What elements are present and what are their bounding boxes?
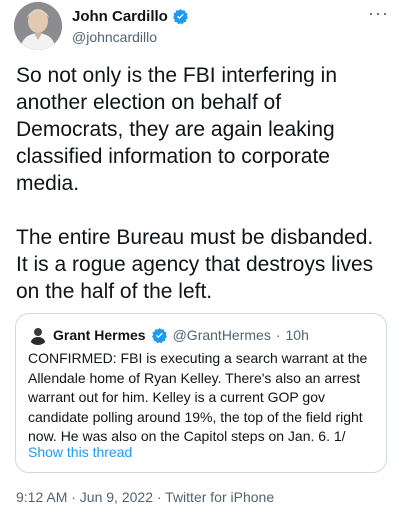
name-row: John Cardillo (72, 6, 189, 26)
quoted-display-name[interactable]: Grant Hermes (53, 327, 146, 343)
author-block: John Cardillo @johncardillo (72, 6, 189, 45)
tweet-metadata[interactable]: 9:12 AM · Jun 9, 2022 · Twitter for iPho… (16, 489, 274, 505)
avatar[interactable] (14, 2, 62, 50)
quoted-separator: · (275, 327, 281, 343)
quoted-tweet-text: CONFIRMED: FBI is executing a search war… (28, 350, 368, 444)
show-thread-link[interactable]: Show this thread (28, 444, 132, 460)
quoted-avatar[interactable] (28, 325, 48, 345)
quoted-verified-badge-icon (151, 327, 168, 344)
ellipsis-icon[interactable]: ··· (368, 4, 389, 22)
display-name[interactable]: John Cardillo (72, 8, 168, 25)
quoted-tweet[interactable]: Grant Hermes @GrantHermes · 10h CONFIRME… (15, 313, 387, 473)
quoted-tweet-header: Grant Hermes @GrantHermes · 10h (28, 325, 309, 345)
quoted-timestamp[interactable]: 10h (286, 327, 309, 343)
quoted-handle[interactable]: @GrantHermes (173, 327, 271, 343)
handle[interactable]: @johncardillo (72, 29, 189, 45)
verified-badge-icon (172, 8, 189, 25)
tweet-text: So not only is the FBI interfering in an… (16, 64, 374, 303)
avatar-photo (14, 2, 62, 50)
tweet: John Cardillo @johncardillo ··· So not o… (0, 0, 403, 505)
